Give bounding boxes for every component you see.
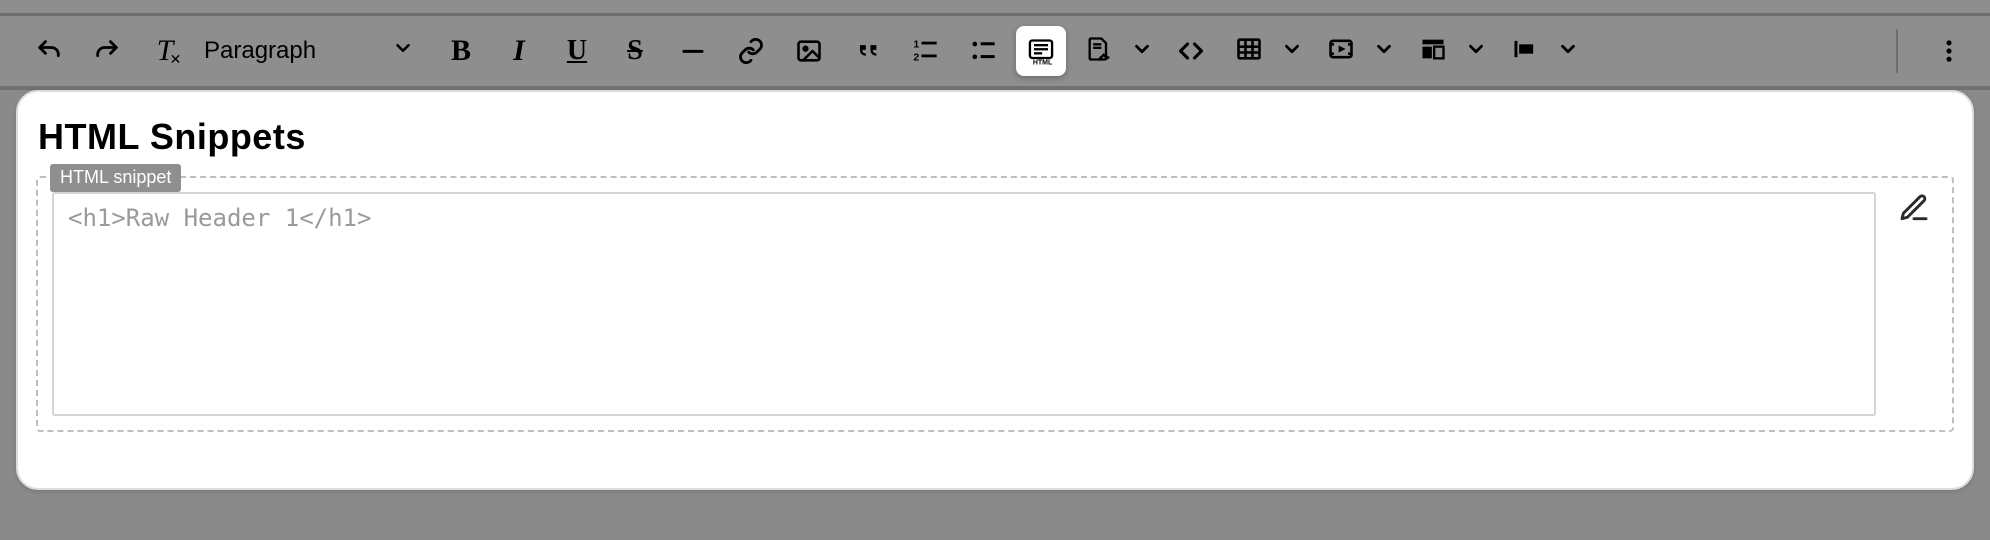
chevron-down-icon <box>1131 38 1153 65</box>
image-button[interactable] <box>784 26 834 76</box>
media-dropdown[interactable] <box>1368 26 1400 76</box>
chevron-down-icon <box>1465 38 1487 65</box>
toolbar: T✕ Paragraph B I U S <box>0 16 1990 90</box>
table-button[interactable] <box>1224 26 1274 76</box>
chevron-down-icon <box>1557 38 1579 65</box>
bold-button[interactable]: B <box>436 26 486 76</box>
svg-text:2: 2 <box>913 51 919 63</box>
template-icon: <> <box>1085 35 1113 68</box>
edit-snippet-button[interactable] <box>1890 192 1938 229</box>
toolbar-divider <box>1896 29 1898 73</box>
ordered-list-icon: 1 2 <box>911 37 939 65</box>
editor-app: T✕ Paragraph B I U S <box>0 0 1990 540</box>
layout-button[interactable] <box>1408 26 1458 76</box>
strike-button[interactable]: S <box>610 26 660 76</box>
italic-icon: I <box>513 34 525 68</box>
undo-button[interactable] <box>24 26 74 76</box>
svg-text:<>: <> <box>1099 52 1110 62</box>
chevron-down-icon <box>1373 38 1395 65</box>
undo-icon <box>35 37 63 65</box>
underline-button[interactable]: U <box>552 26 602 76</box>
pencil-icon <box>1898 192 1930 229</box>
snippet-chip: HTML snippet <box>50 164 181 192</box>
kebab-icon <box>1935 37 1963 65</box>
layout-split-button[interactable] <box>1408 26 1492 76</box>
table-split-button[interactable] <box>1224 26 1308 76</box>
link-button[interactable] <box>726 26 776 76</box>
table-dropdown[interactable] <box>1276 26 1308 76</box>
chevron-down-icon <box>1281 38 1303 65</box>
html-snippet-block[interactable]: HTML snippet <h1>Raw Header 1</h1> <box>36 176 1954 432</box>
unordered-list-icon <box>969 37 997 65</box>
layout-dropdown[interactable] <box>1460 26 1492 76</box>
content-panel: HTML Snippets HTML snippet <h1>Raw Heade… <box>16 90 1974 490</box>
window-top-border <box>0 0 1990 16</box>
svg-text:1: 1 <box>913 39 919 51</box>
align-button[interactable] <box>1500 26 1550 76</box>
unordered-list-button[interactable] <box>958 26 1008 76</box>
template-dropdown[interactable] <box>1126 26 1158 76</box>
clear-format-button[interactable]: T✕ <box>140 26 190 76</box>
code-icon <box>1177 37 1205 65</box>
table-icon <box>1235 35 1263 68</box>
html-snippet-button[interactable]: HTML <box>1016 26 1066 76</box>
ordered-list-button[interactable]: 1 2 <box>900 26 950 76</box>
italic-button[interactable]: I <box>494 26 544 76</box>
align-dropdown[interactable] <box>1552 26 1584 76</box>
media-button[interactable] <box>1316 26 1366 76</box>
clear-format-icon: T✕ <box>157 36 174 66</box>
strike-icon: S <box>627 35 643 67</box>
redo-button[interactable] <box>82 26 132 76</box>
code-view-button[interactable] <box>1166 26 1216 76</box>
snippet-code[interactable]: <h1>Raw Header 1</h1> <box>52 192 1876 416</box>
media-icon <box>1327 35 1355 68</box>
underline-icon: U <box>567 35 587 67</box>
bold-icon: B <box>451 34 471 68</box>
align-icon <box>1511 35 1539 68</box>
template-button[interactable]: <> <box>1074 26 1124 76</box>
image-icon <box>795 37 823 65</box>
svg-text:HTML: HTML <box>1033 59 1053 65</box>
media-split-button[interactable] <box>1316 26 1400 76</box>
horizontal-rule-icon <box>679 37 707 65</box>
block-style-select[interactable]: Paragraph <box>198 26 428 76</box>
align-split-button[interactable] <box>1500 26 1584 76</box>
horizontal-rule-button[interactable] <box>668 26 718 76</box>
layout-icon <box>1419 35 1447 68</box>
quote-icon <box>853 37 881 65</box>
quote-button[interactable] <box>842 26 892 76</box>
block-style-label: Paragraph <box>204 37 316 65</box>
link-icon <box>737 37 765 65</box>
html-snippet-icon: HTML <box>1027 37 1055 65</box>
panel-title: HTML Snippets <box>38 116 1954 158</box>
editor-stage: HTML Snippets HTML snippet <h1>Raw Heade… <box>0 90 1990 498</box>
more-button[interactable] <box>1924 26 1974 76</box>
chevron-down-icon <box>392 37 414 66</box>
redo-icon <box>93 37 121 65</box>
template-split-button[interactable]: <> <box>1074 26 1158 76</box>
